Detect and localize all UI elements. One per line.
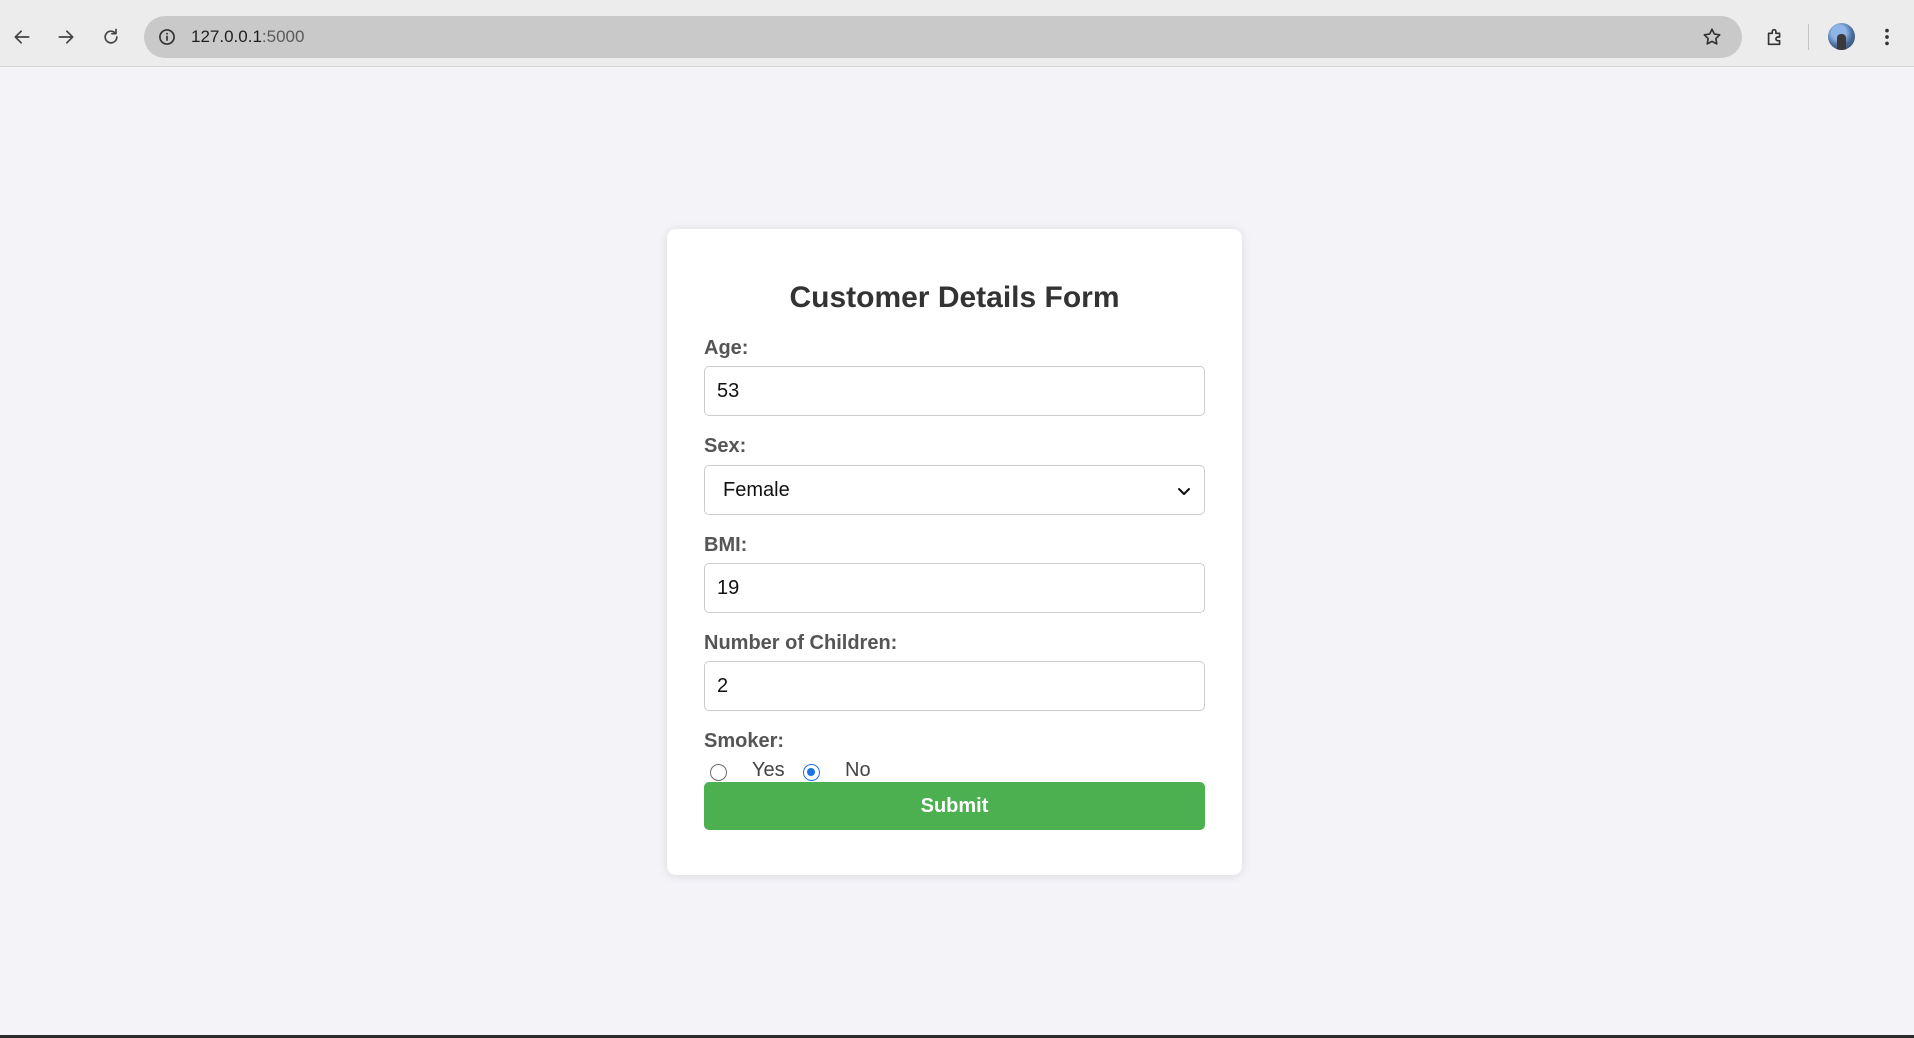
- smoker-yes-label: Yes: [752, 759, 785, 781]
- smoker-no-label: No: [845, 759, 871, 781]
- forward-button[interactable]: [49, 20, 83, 54]
- reload-icon: [104, 28, 118, 44]
- form-title: Customer Details Form: [789, 281, 1120, 314]
- smoker-yes-radio[interactable]: [710, 764, 727, 781]
- chevron-down-icon: [1178, 488, 1190, 495]
- extensions-icon[interactable]: [1760, 22, 1790, 52]
- url-port: :5000: [261, 27, 305, 46]
- smoker-label: Smoker:: [704, 730, 785, 752]
- toolbar-divider: [1808, 24, 1809, 50]
- sex-select[interactable]: Female: [704, 465, 1205, 515]
- age-input[interactable]: [704, 366, 1205, 416]
- form-card: Customer Details Form Age: Sex: Female B…: [667, 229, 1242, 875]
- reload-button[interactable]: [94, 20, 128, 54]
- address-bar[interactable]: 127.0.0.1:5000: [144, 16, 1742, 58]
- bmi-input[interactable]: [704, 563, 1205, 613]
- forward-arrow-icon: [58, 30, 74, 44]
- children-input[interactable]: [704, 661, 1205, 711]
- site-info-icon[interactable]: [154, 24, 180, 50]
- smoker-no-radio[interactable]: [803, 764, 820, 781]
- sex-selected-value: Female: [723, 479, 790, 501]
- profile-avatar[interactable]: [1828, 23, 1855, 50]
- bookmark-star-icon[interactable]: [1700, 25, 1724, 49]
- children-label: Number of Children:: [704, 632, 898, 654]
- bmi-label: BMI:: [704, 534, 748, 556]
- back-arrow-icon: [14, 30, 30, 44]
- submit-button[interactable]: Submit: [704, 782, 1205, 830]
- browser-toolbar: 127.0.0.1:5000: [0, 0, 1914, 67]
- url-text[interactable]: 127.0.0.1:5000: [191, 27, 304, 47]
- back-button[interactable]: [5, 20, 39, 54]
- sex-label: Sex:: [704, 435, 747, 457]
- age-label: Age:: [704, 337, 749, 359]
- url-host: 127.0.0.1: [191, 27, 262, 46]
- kebab-menu-icon[interactable]: [1874, 22, 1900, 52]
